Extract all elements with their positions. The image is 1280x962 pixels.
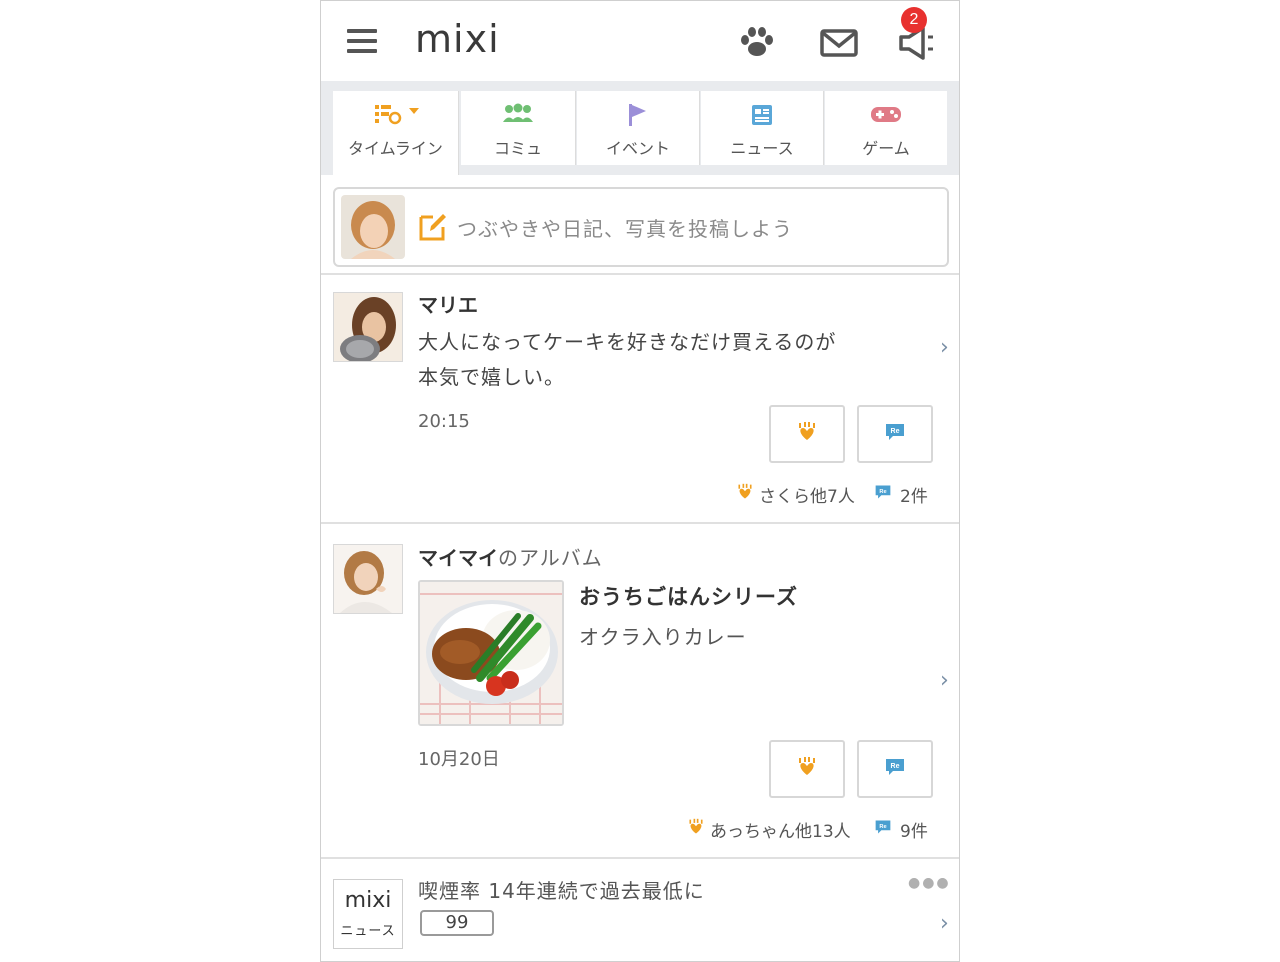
menu-icon[interactable] [347,29,377,53]
avatar [341,195,405,259]
edit-icon [419,211,447,245]
chevron-right-icon[interactable]: › [940,335,949,360]
svg-text:Re: Re [891,763,900,770]
heart-hands-icon [796,422,818,446]
tab-community[interactable]: コミュ [461,91,576,165]
chevron-right-icon[interactable]: › [940,911,949,936]
news-logo-subtext: ニュース [340,924,396,939]
post-author[interactable]: マリエ [418,289,478,318]
like-button[interactable] [769,405,845,463]
post-time: 20:15 [418,411,470,432]
album-header: マイマイのアルバム [418,542,603,571]
news-headline[interactable]: 喫煙率 14年連続で過去最低に [418,874,705,909]
tab-news[interactable]: ニュース [701,91,824,165]
compose-box[interactable]: つぶやきや日記、写真を投稿しよう [333,187,949,267]
re-bubble-icon: Re [884,422,906,446]
post-author[interactable]: マイマイ [418,546,498,570]
divider [321,857,959,859]
reply-button[interactable]: Re [857,740,933,798]
like-summary[interactable]: さくら他7人 [759,482,855,507]
album-subtitle: オクラ入りカレー [579,625,747,649]
svg-text:Re: Re [879,489,886,495]
news-comment-count: 99 [420,910,494,936]
album-title[interactable]: おうちごはんシリーズ [579,581,798,611]
post-time: 10月20日 [418,749,500,770]
comment-count-icon: Re [874,483,892,505]
mixi-news-logo: mixi ニュース [333,879,403,949]
heart-hands-icon [796,757,818,781]
post-text-line: 大人になってケーキを好きなだけ買えるのが [418,330,837,354]
more-options-icon[interactable]: ●●● [908,875,951,891]
svg-text:Re: Re [891,428,900,435]
flag-icon [626,103,650,131]
gamepad-icon [870,103,902,129]
tab-game[interactable]: ゲーム [825,91,947,165]
notification-badge: 2 [901,7,927,33]
tab-label: ニュース [730,139,794,158]
divider [321,273,959,275]
tab-label: タイムライン [348,139,443,158]
avatar [333,292,403,362]
tab-event[interactable]: イベント [577,91,700,165]
reply-button[interactable]: Re [857,405,933,463]
community-icon [501,103,535,129]
timeline-list-icon [369,103,423,129]
svg-text:Re: Re [879,824,886,830]
tab-label: イベント [605,139,670,158]
tab-timeline[interactable]: タイムライン [333,91,459,175]
post-text-line: 本気で嬉しい。 [418,365,565,389]
mixi-app-screen: mixi 2 タイムライン コミュ イベント ニュース ゲーム つぶやきや日記、… [320,0,960,962]
comment-summary[interactable]: 2件 [900,482,928,507]
app-header: mixi 2 [321,1,959,81]
like-count-icon [687,818,705,840]
tab-label: ゲーム [862,139,910,158]
paw-icon[interactable] [737,23,777,63]
divider [321,522,959,524]
like-button[interactable] [769,740,845,798]
mixi-logo: mixi [415,17,500,61]
re-bubble-icon: Re [884,757,906,781]
album-photo[interactable] [418,580,564,726]
chevron-right-icon[interactable]: › [940,668,949,693]
compose-placeholder: つぶやきや日記、写真を投稿しよう [457,217,793,241]
album-label: のアルバム [498,546,603,570]
like-summary[interactable]: あっちゃん他13人 [710,817,851,842]
mail-icon[interactable] [819,23,859,63]
comment-summary[interactable]: 9件 [900,817,928,842]
tab-bar: タイムライン コミュ イベント ニュース ゲーム [321,81,959,175]
comment-count-icon: Re [874,818,892,840]
tab-label: コミュ [493,139,542,158]
news-icon [750,103,774,131]
avatar [333,544,403,614]
news-logo-text: mixi [344,888,392,913]
like-count-icon [736,483,754,505]
